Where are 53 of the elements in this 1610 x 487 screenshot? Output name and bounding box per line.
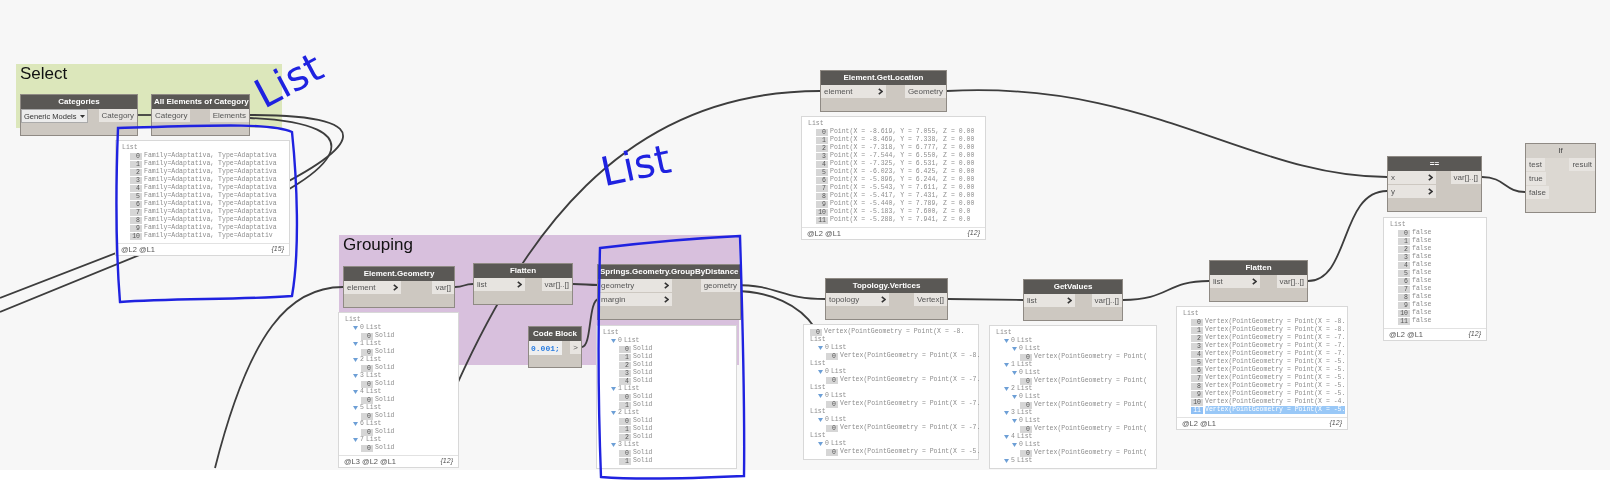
- output-port[interactable]: var[]..[]: [1091, 294, 1122, 307]
- node-card[interactable]: Flatten list var[]..[]: [1209, 260, 1308, 302]
- input-port[interactable]: list: [1210, 275, 1261, 288]
- node-card[interactable]: Element.Geometry element var[]: [343, 266, 455, 308]
- input-port[interactable]: margin: [598, 293, 672, 306]
- handwritten-note: List: [596, 136, 675, 194]
- input-port[interactable]: list: [1024, 294, 1075, 307]
- output-port[interactable]: Geometry: [904, 85, 946, 98]
- node-header[interactable]: Springs.Geometry.GroupByDistance: [598, 265, 740, 279]
- node-card[interactable]: == x var[]..[] y: [1387, 156, 1482, 212]
- input-port[interactable]: y: [1388, 185, 1437, 198]
- node-card[interactable]: Flatten list var[]..[]: [473, 263, 573, 305]
- group-title: Grouping: [343, 235, 413, 254]
- node-header[interactable]: GetValues: [1024, 280, 1122, 294]
- input-port[interactable]: geometry: [598, 279, 672, 292]
- node-header[interactable]: Element.Geometry: [344, 267, 454, 281]
- node-header[interactable]: Element.GetLocation: [821, 71, 946, 85]
- node-card[interactable]: Code Block 0.001; >: [528, 326, 582, 368]
- output-port[interactable]: result: [1569, 158, 1595, 171]
- code-input[interactable]: 0.001;: [529, 341, 562, 355]
- node-card[interactable]: GetValues list var[]..[]: [1023, 279, 1123, 321]
- output-port[interactable]: Vertex[]: [913, 293, 947, 306]
- node-header[interactable]: Code Block: [529, 327, 581, 341]
- node-card[interactable]: All Elements of Category Category Elements: [151, 94, 250, 136]
- output-port[interactable]: Category: [98, 109, 137, 122]
- output-port[interactable]: geometry: [700, 279, 740, 292]
- node-header[interactable]: Categories: [21, 95, 137, 109]
- node-header[interactable]: ==: [1388, 157, 1481, 171]
- output-port[interactable]: >: [570, 341, 581, 354]
- output-port[interactable]: Elements: [209, 109, 249, 122]
- node-header[interactable]: All Elements of Category: [152, 95, 249, 109]
- input-port[interactable]: element: [821, 85, 886, 98]
- node-card[interactable]: Element.GetLocation element Geometry: [820, 70, 947, 112]
- group-title: Select: [20, 64, 68, 83]
- node-header[interactable]: Topology.Vertices: [826, 279, 947, 293]
- output-port[interactable]: var[]..[]: [541, 278, 572, 291]
- output-port[interactable]: var[]: [432, 281, 454, 294]
- node-card[interactable]: Topology.Vertices topology Vertex[]: [825, 278, 948, 320]
- input-port[interactable]: element: [344, 281, 402, 294]
- output-port[interactable]: var[]..[]: [1276, 275, 1307, 288]
- node-card[interactable]: If test result true false: [1525, 143, 1596, 213]
- input-port[interactable]: x: [1388, 171, 1437, 184]
- node-header[interactable]: Flatten: [1210, 261, 1307, 275]
- node-card[interactable]: Springs.Geometry.GroupByDistance geometry geometry margin: [597, 264, 741, 320]
- node-header[interactable]: Flatten: [474, 264, 572, 278]
- input-port[interactable]: list: [474, 278, 525, 291]
- input-port[interactable]: false: [1526, 186, 1549, 199]
- input-port[interactable]: true: [1526, 172, 1546, 185]
- input-port[interactable]: Category: [152, 109, 191, 122]
- input-port[interactable]: topology: [826, 293, 889, 306]
- output-port[interactable]: var[]..[]: [1450, 171, 1481, 184]
- input-port[interactable]: test: [1526, 158, 1545, 171]
- node-header[interactable]: If: [1526, 144, 1595, 158]
